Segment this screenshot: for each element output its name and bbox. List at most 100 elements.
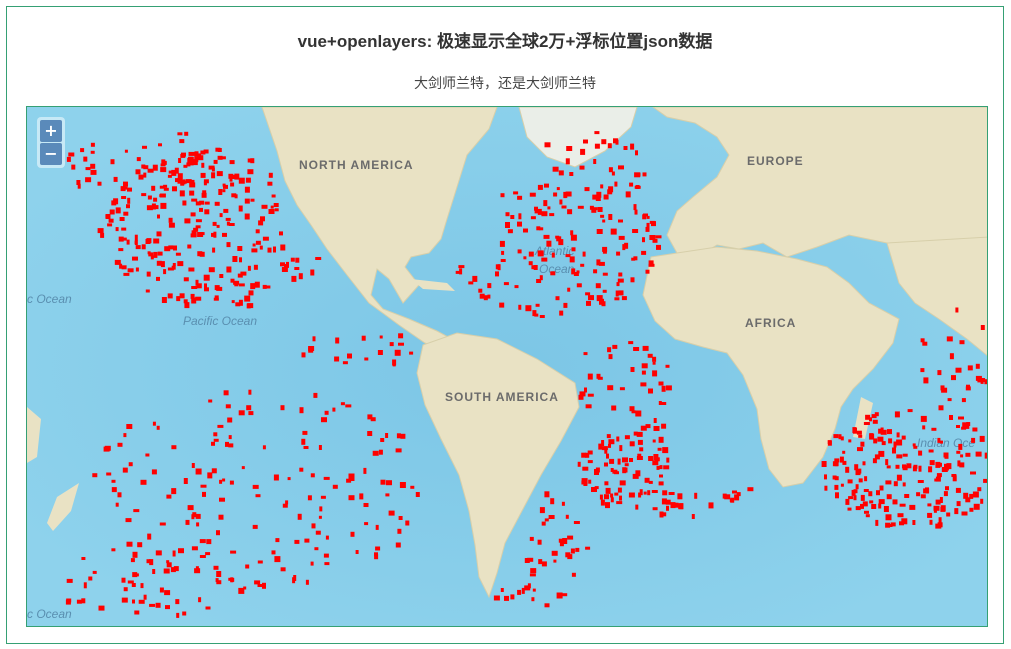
buoy-marker bbox=[729, 498, 733, 502]
buoy-marker bbox=[604, 462, 608, 467]
buoy-marker bbox=[965, 497, 971, 503]
buoy-marker bbox=[183, 299, 188, 304]
buoy-marker bbox=[529, 192, 536, 197]
buoy-marker bbox=[864, 510, 869, 514]
buoy-marker bbox=[201, 162, 205, 168]
buoy-marker bbox=[710, 504, 714, 508]
buoy-marker bbox=[549, 213, 555, 217]
buoy-marker bbox=[348, 495, 355, 501]
buoy-marker bbox=[625, 191, 631, 198]
buoy-marker bbox=[77, 183, 81, 189]
buoy-marker bbox=[609, 458, 615, 464]
buoy-marker bbox=[314, 547, 319, 551]
buoy-marker bbox=[618, 290, 624, 296]
buoy-marker bbox=[92, 473, 98, 478]
buoy-marker bbox=[205, 552, 211, 556]
buoy-marker bbox=[159, 522, 166, 526]
buoy-marker bbox=[160, 167, 167, 173]
buoy-marker bbox=[395, 351, 400, 355]
buoy-marker bbox=[899, 521, 904, 526]
buoy-marker bbox=[559, 199, 563, 205]
buoy-marker bbox=[189, 190, 195, 196]
buoy-marker bbox=[361, 335, 366, 341]
map-container[interactable]: NORTH AMERICA SOUTH AMERICA EUROPE AFRIC… bbox=[26, 106, 988, 627]
buoy-marker bbox=[207, 472, 213, 479]
buoy-marker bbox=[928, 449, 934, 453]
world-map[interactable]: NORTH AMERICA SOUTH AMERICA EUROPE AFRIC… bbox=[27, 107, 988, 627]
buoy-marker bbox=[246, 405, 252, 411]
buoy-marker bbox=[510, 594, 515, 600]
buoy-marker bbox=[847, 479, 853, 484]
buoy-marker bbox=[487, 283, 492, 289]
buoy-marker bbox=[500, 193, 505, 198]
buoy-marker bbox=[238, 299, 243, 306]
buoy-marker bbox=[160, 202, 167, 209]
buoy-marker bbox=[913, 464, 918, 469]
buoy-marker bbox=[195, 279, 199, 286]
buoy-marker bbox=[879, 485, 884, 491]
buoy-marker bbox=[517, 249, 522, 254]
buoy-marker bbox=[225, 404, 231, 409]
buoy-marker bbox=[239, 257, 242, 263]
buoy-marker bbox=[257, 584, 263, 587]
buoy-marker bbox=[677, 493, 683, 500]
buoy-marker bbox=[141, 193, 147, 197]
buoy-marker bbox=[321, 417, 327, 423]
buoy-marker bbox=[848, 496, 854, 500]
buoy-marker bbox=[68, 152, 75, 157]
buoy-marker bbox=[641, 363, 648, 369]
buoy-marker bbox=[253, 264, 258, 270]
buoy-marker bbox=[216, 171, 223, 177]
buoy-marker bbox=[547, 206, 551, 210]
buoy-marker bbox=[958, 443, 963, 450]
zoom-in-button[interactable]: + bbox=[40, 120, 62, 142]
buoy-marker bbox=[195, 468, 202, 475]
buoy-marker bbox=[172, 186, 177, 192]
buoy-marker bbox=[610, 228, 617, 235]
buoy-marker bbox=[585, 292, 591, 296]
buoy-marker bbox=[219, 274, 224, 278]
buoy-marker bbox=[179, 139, 185, 144]
buoy-marker bbox=[940, 440, 943, 444]
buoy-marker bbox=[641, 370, 646, 375]
buoy-marker bbox=[359, 493, 364, 500]
buoy-marker bbox=[855, 506, 861, 511]
buoy-marker bbox=[195, 201, 201, 206]
buoy-marker bbox=[280, 405, 285, 411]
buoy-marker bbox=[559, 310, 564, 316]
buoy-marker bbox=[399, 482, 406, 488]
buoy-marker bbox=[222, 232, 227, 237]
buoy-marker bbox=[229, 160, 235, 165]
buoy-marker bbox=[286, 261, 289, 268]
buoy-marker bbox=[297, 513, 302, 520]
page-title: vue+openlayers: 极速显示全球2万+浮标位置json数据 bbox=[297, 32, 713, 51]
buoy-marker bbox=[507, 229, 513, 234]
buoy-marker bbox=[865, 514, 870, 518]
buoy-marker bbox=[584, 187, 590, 192]
buoy-marker bbox=[350, 531, 355, 537]
buoy-marker bbox=[191, 463, 195, 468]
buoy-marker bbox=[577, 205, 584, 209]
buoy-marker bbox=[951, 375, 956, 381]
buoy-marker bbox=[367, 431, 373, 436]
buoy-marker bbox=[216, 530, 220, 536]
buoy-marker bbox=[955, 367, 962, 373]
buoy-marker bbox=[901, 435, 906, 440]
buoy-marker bbox=[971, 437, 976, 443]
buoy-marker bbox=[133, 509, 140, 513]
buoy-marker bbox=[230, 278, 235, 283]
buoy-marker bbox=[585, 404, 592, 409]
buoy-marker bbox=[593, 207, 598, 211]
buoy-marker bbox=[848, 439, 852, 443]
buoy-marker bbox=[111, 548, 116, 552]
buoy-marker bbox=[952, 475, 957, 482]
buoy-marker bbox=[192, 512, 197, 518]
buoy-marker bbox=[115, 502, 119, 507]
buoy-marker bbox=[237, 273, 243, 278]
buoy-marker bbox=[130, 558, 135, 563]
zoom-out-button[interactable]: − bbox=[40, 143, 62, 165]
buoy-marker bbox=[567, 287, 571, 292]
buoy-marker bbox=[558, 170, 564, 176]
buoy-marker bbox=[959, 340, 965, 345]
buoy-marker bbox=[121, 577, 126, 583]
